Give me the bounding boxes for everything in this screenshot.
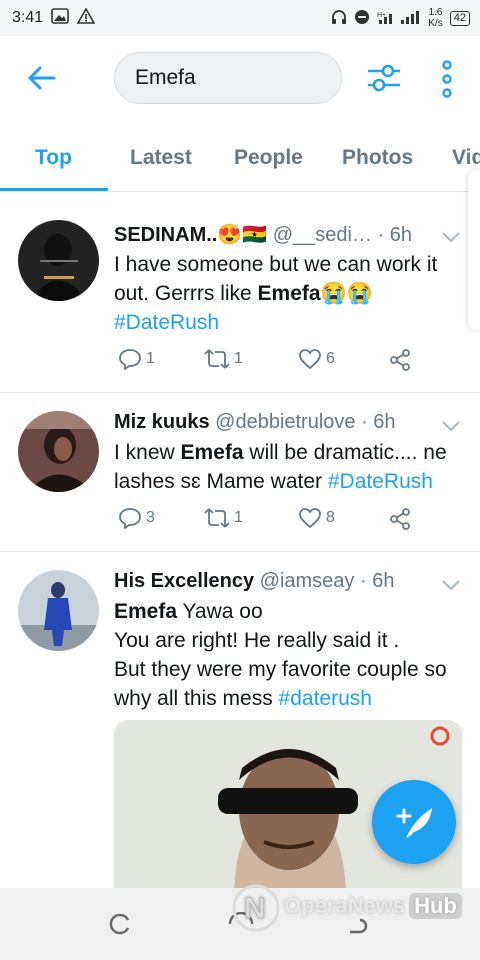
tweet-text: I have someone but we can work it out. G… — [114, 250, 464, 337]
user-handle: @__sedi… — [272, 224, 372, 246]
reply-icon — [119, 508, 141, 529]
tweet-actions: 1 1 6 — [114, 348, 424, 378]
reply-icon — [119, 349, 141, 370]
like-count: 6 — [326, 350, 335, 367]
tweet-time: · 6h — [361, 411, 396, 433]
retweet-count: 1 — [234, 350, 243, 367]
tab-videos[interactable]: Vid — [452, 146, 480, 170]
heart-icon — [299, 508, 321, 529]
filter-settings-icon[interactable] — [366, 60, 402, 96]
net-speed: 1.6 K/s — [428, 7, 443, 29]
share-button[interactable] — [388, 507, 412, 531]
avatar[interactable] — [18, 570, 99, 651]
search-tabs: Top Latest People Photos Vid — [0, 122, 480, 192]
status-time: 3:41 — [12, 9, 44, 26]
reply-count: 1 — [146, 350, 155, 367]
tweet-time: · 6h — [377, 224, 412, 246]
watermark-text-left: Opera — [284, 893, 348, 918]
hashtag-link[interactable]: #daterush — [279, 687, 372, 710]
search-header: Emefa — [0, 36, 480, 122]
back-arrow-icon[interactable] — [26, 62, 58, 94]
retweet-count: 1 — [234, 509, 243, 526]
tab-people[interactable]: People — [234, 146, 303, 170]
tweet-actions: 3 1 8 — [114, 507, 424, 537]
tweet-text: Emefa Yawa oo You are right! He really s… — [114, 597, 464, 713]
share-icon — [390, 508, 410, 530]
recent-apps-icon[interactable] — [108, 912, 132, 941]
hashtag-link[interactable]: #DateRush — [114, 311, 219, 334]
tweet-item[interactable]: SEDINAM..😍🇬🇭 @__sedi… · 6h I have someon… — [0, 192, 480, 393]
signal-icon: H+ — [377, 9, 421, 28]
highlight-term: Emefa — [180, 441, 244, 464]
avatar[interactable] — [18, 411, 99, 492]
tweet-header: SEDINAM..😍🇬🇭 @__sedi… · 6h — [114, 222, 454, 247]
search-input[interactable]: Emefa — [114, 52, 342, 104]
highlight-term: Emefa — [257, 282, 321, 305]
chevron-down-icon[interactable] — [442, 230, 460, 243]
share-icon — [390, 349, 410, 371]
status-bar: 3:41 H+ 1.6 K/s 42 — [0, 0, 480, 36]
tab-top[interactable]: Top — [35, 146, 72, 170]
tweet-item[interactable]: Miz kuuks @debbietrulove · 6h I knew Eme… — [0, 393, 480, 552]
search-query: Emefa — [135, 66, 196, 89]
compose-tweet-button[interactable] — [372, 780, 456, 864]
headset-icon — [331, 9, 347, 28]
highlight-term: Emefa — [114, 600, 178, 623]
user-handle: @iamseay — [259, 570, 355, 592]
like-button[interactable]: 8 — [298, 507, 335, 529]
avatar[interactable] — [18, 220, 99, 301]
more-options-icon[interactable] — [436, 60, 458, 98]
watermark-text-mid: News — [347, 893, 406, 918]
chevron-down-icon[interactable] — [442, 578, 460, 591]
hashtag-link[interactable]: #DateRush — [328, 470, 433, 493]
tweet-text-part: 😭😭 — [320, 282, 373, 305]
tweet-header: His Excellency @iamseay · 6h — [114, 570, 454, 593]
display-name[interactable]: His Excellency — [114, 570, 254, 592]
tweet-time: · 6h — [360, 570, 395, 592]
tab-latest[interactable]: Latest — [130, 146, 192, 170]
share-button[interactable] — [388, 348, 412, 372]
tab-photos[interactable]: Photos — [342, 146, 413, 170]
like-button[interactable]: 6 — [298, 348, 335, 370]
battery-level: 42 — [449, 10, 470, 26]
watermark-logo-icon: N — [232, 884, 280, 932]
display-name[interactable]: SEDINAM..😍🇬🇭 — [114, 224, 267, 246]
tweet-text-part: I knew — [114, 441, 181, 464]
tweet-header: Miz kuuks @debbietrulove · 6h — [114, 411, 454, 434]
reply-button[interactable]: 1 — [118, 348, 155, 370]
warning-icon — [76, 6, 96, 29]
retweet-icon — [204, 349, 230, 369]
svg-text:N: N — [244, 892, 266, 925]
user-handle: @debbietrulove — [215, 411, 356, 433]
watermark-text-hub: Hub — [409, 893, 462, 919]
tweet-text-part: You are right! He really said it . — [114, 629, 400, 652]
reply-button[interactable]: 3 — [118, 507, 155, 529]
compose-feather-icon — [396, 808, 432, 838]
chevron-down-icon[interactable] — [442, 419, 460, 432]
tweet-text-part: Yawa oo — [177, 600, 263, 623]
dnd-icon — [354, 9, 370, 28]
like-count: 8 — [326, 509, 335, 526]
retweet-button[interactable]: 1 — [204, 507, 243, 529]
retweet-icon — [204, 508, 230, 528]
heart-icon — [299, 349, 321, 370]
tweet-text: I knew Emefa will be dramatic.... ne las… — [114, 438, 464, 496]
gallery-icon — [51, 7, 69, 29]
retweet-button[interactable]: 1 — [204, 348, 243, 370]
display-name[interactable]: Miz kuuks — [114, 411, 210, 433]
reply-count: 3 — [146, 509, 155, 526]
operanewshub-watermark: N Opera News Hub — [228, 878, 462, 934]
